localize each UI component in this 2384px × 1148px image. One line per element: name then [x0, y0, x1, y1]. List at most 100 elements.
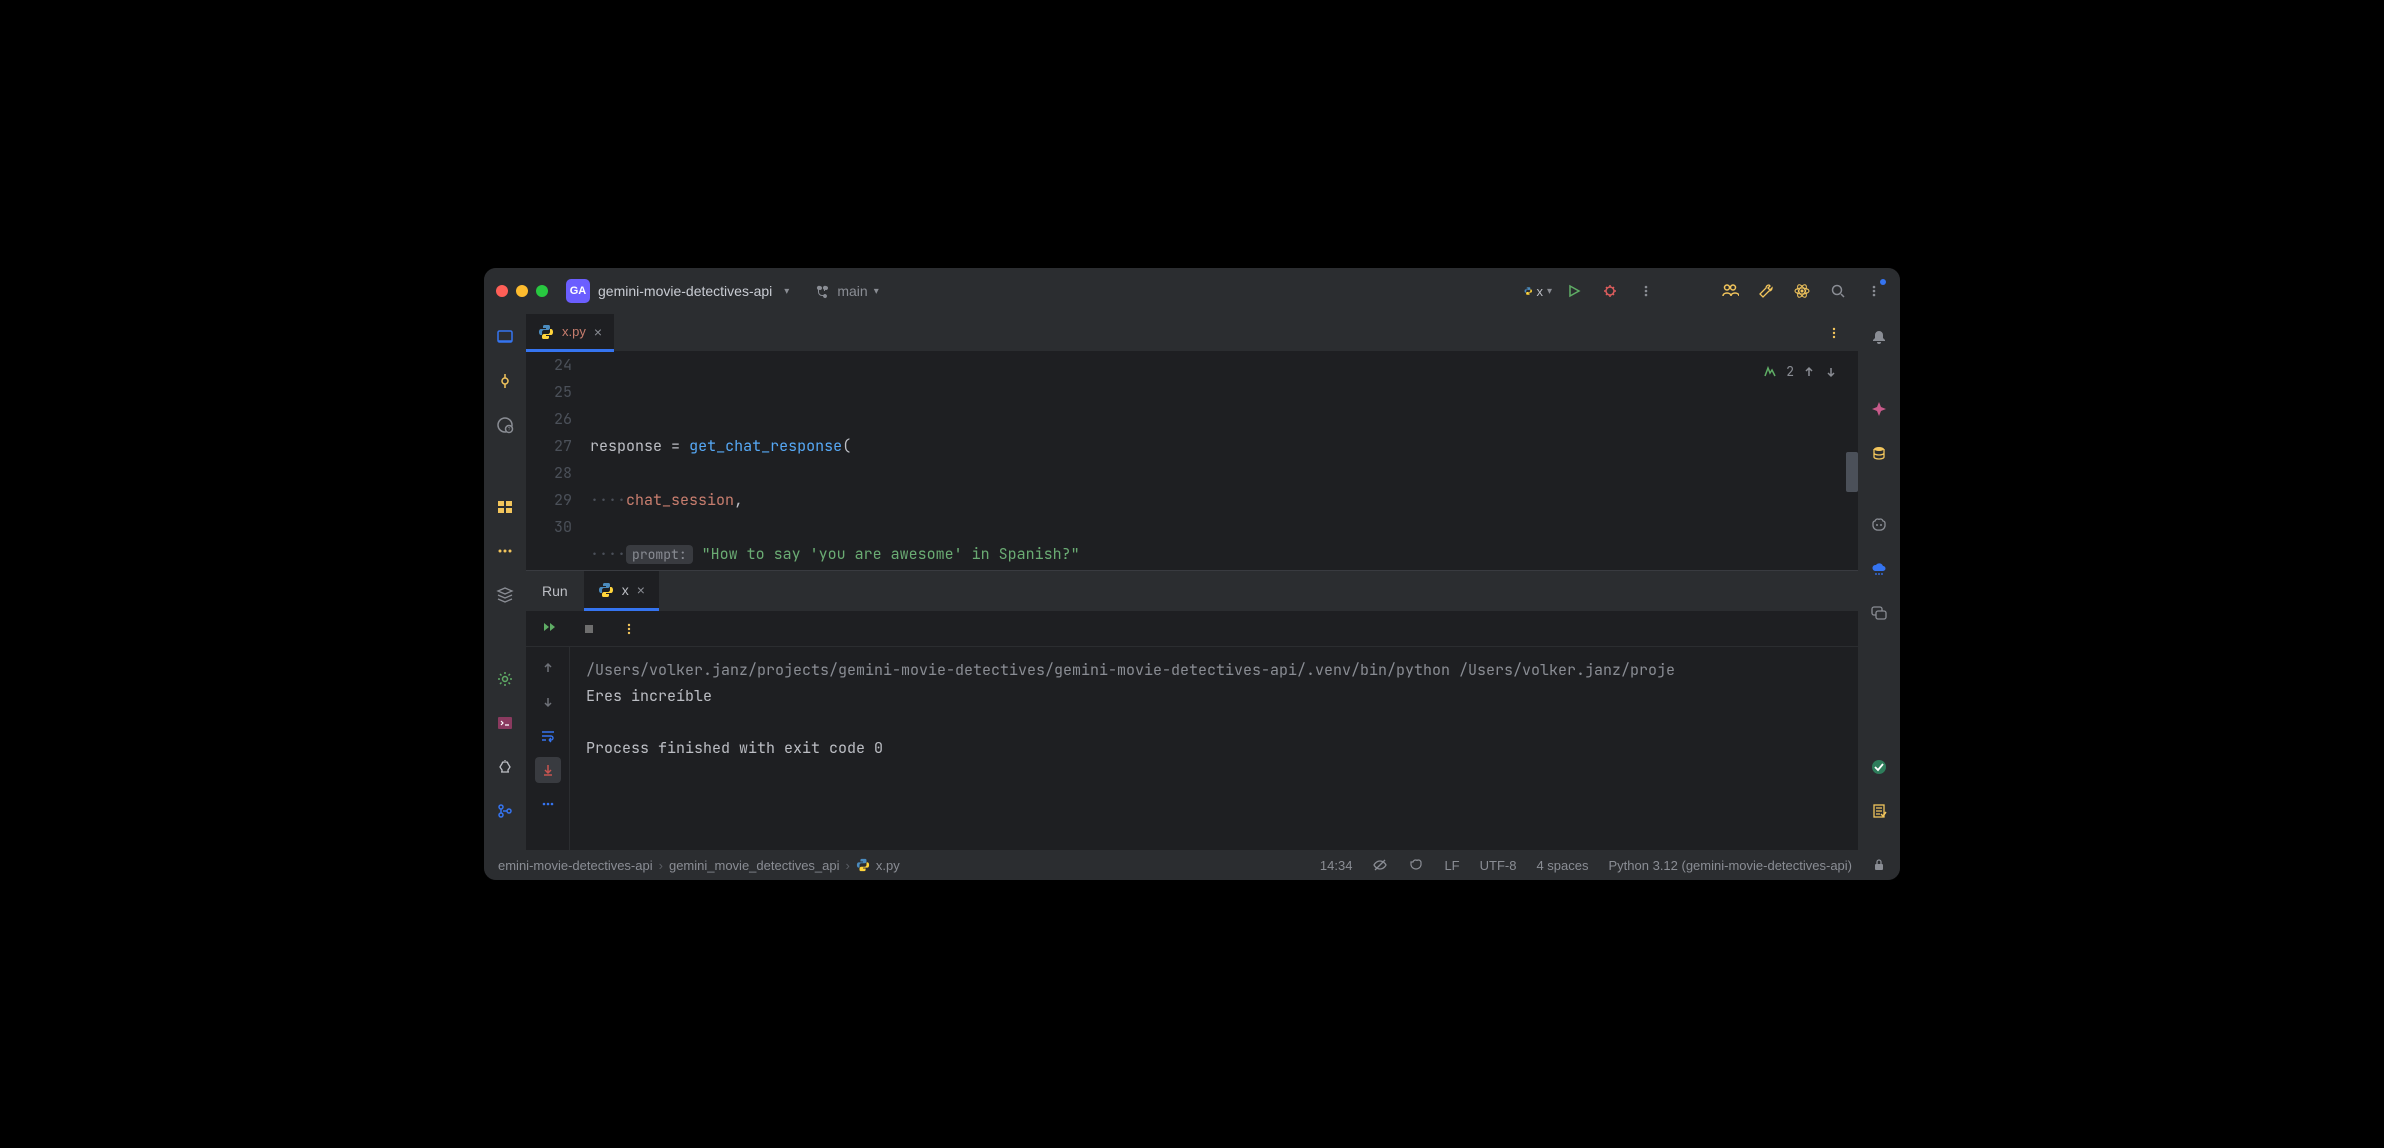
tab-options-button[interactable]	[1820, 319, 1848, 347]
search-button[interactable]	[1824, 277, 1852, 305]
encoding[interactable]: UTF-8	[1480, 858, 1517, 873]
run-gutter-more-button[interactable]	[535, 791, 561, 817]
atom-icon[interactable]	[1788, 277, 1816, 305]
todo-button[interactable]	[1866, 798, 1892, 824]
right-tool-rail	[1858, 314, 1900, 850]
lock-icon[interactable]	[1872, 858, 1886, 872]
more-actions-button[interactable]	[1632, 277, 1660, 305]
tools-button[interactable]	[1752, 277, 1780, 305]
left-tool-rail: ?	[484, 314, 526, 850]
output-line: Eres increíble	[586, 686, 712, 706]
token-arg: chat_session	[626, 490, 734, 510]
database-button[interactable]	[1866, 440, 1892, 466]
settings-button[interactable]	[1860, 277, 1888, 305]
python-icon	[598, 582, 614, 598]
notifications-button[interactable]	[1866, 324, 1892, 350]
scroll-down-button[interactable]	[535, 689, 561, 715]
maximize-window-button[interactable]	[536, 285, 548, 297]
run-panel-title: Run	[526, 571, 584, 611]
chevron-right-icon: ›	[659, 858, 663, 873]
editor-tabs-rest	[614, 314, 1858, 352]
tab-filename: x.py	[562, 324, 586, 339]
run-toolbar	[526, 611, 1858, 647]
problems-count: 2	[1786, 358, 1794, 385]
close-run-tab-button[interactable]: ×	[637, 582, 645, 598]
terminal-tool-button[interactable]	[492, 710, 518, 736]
git-branch[interactable]: main ▾	[815, 283, 878, 299]
output-command: /Users/volker.janz/projects/gemini-movie…	[586, 660, 1675, 680]
sync-ok-button[interactable]	[1866, 754, 1892, 780]
git-tool-button[interactable]	[492, 798, 518, 824]
python-icon	[856, 858, 870, 872]
token-string: "How to say 'you are awesome' in Spanish…	[702, 544, 1080, 564]
breadcrumbs[interactable]: emini-movie-detectives-api › gemini_movi…	[498, 858, 1302, 873]
line-number: 27	[526, 433, 572, 460]
main-area: ? x.py ×	[484, 314, 1900, 850]
python-icon	[1524, 283, 1532, 299]
run-config-selector[interactable]: x ▾	[1524, 277, 1552, 305]
line-number: 28	[526, 460, 572, 487]
code-with-me-button[interactable]	[1716, 277, 1744, 305]
copilot-chat-button[interactable]	[1866, 600, 1892, 626]
run-tab-name: x	[622, 582, 629, 598]
project-name[interactable]: gemini-movie-detectives-api	[598, 283, 772, 299]
token-var: response	[590, 436, 662, 456]
close-window-button[interactable]	[496, 285, 508, 297]
structure-tool-button[interactable]	[492, 494, 518, 520]
eye-off-icon[interactable]	[1372, 857, 1388, 873]
status-bar: emini-movie-detectives-api › gemini_movi…	[484, 850, 1900, 880]
line-separator[interactable]: LF	[1444, 858, 1459, 873]
stack-tool-button[interactable]	[492, 582, 518, 608]
rerun-button[interactable]	[536, 616, 562, 642]
breadcrumb-item[interactable]: x.py	[876, 858, 900, 873]
settings-tool-button[interactable]	[492, 666, 518, 692]
copilot-status-icon[interactable]	[1408, 857, 1424, 873]
interpreter[interactable]: Python 3.12 (gemini-movie-detectives-api…	[1609, 858, 1853, 873]
window-controls	[496, 285, 548, 297]
debug-button[interactable]	[1596, 277, 1624, 305]
breadcrumb-item[interactable]: emini-movie-detectives-api	[498, 858, 653, 873]
cloud-button[interactable]	[1866, 556, 1892, 582]
arrow-up-icon[interactable]	[1802, 365, 1816, 379]
breadcrumb-item[interactable]: gemini_movie_detectives_api	[669, 858, 840, 873]
code-editor[interactable]: 24 25 26 27 28 29 30 response = get_chat…	[526, 352, 1858, 570]
run-output[interactable]: /Users/volker.janz/projects/gemini-movie…	[570, 647, 1858, 850]
run-button[interactable]	[1560, 277, 1588, 305]
minimize-window-button[interactable]	[516, 285, 528, 297]
code-content[interactable]: response = get_chat_response( ····chat_s…	[586, 352, 1846, 570]
ai-assistant-button[interactable]	[1866, 396, 1892, 422]
chevron-down-icon: ▾	[874, 286, 879, 297]
run-more-button[interactable]	[616, 616, 642, 642]
inspection-icon	[1762, 364, 1778, 380]
more-tool-button[interactable]	[492, 538, 518, 564]
line-number: 29	[526, 487, 572, 514]
commit-tool-button[interactable]	[492, 368, 518, 394]
titlebar: GA gemini-movie-detectives-api ▾ main ▾ …	[484, 268, 1900, 314]
stop-button[interactable]	[576, 616, 602, 642]
project-tool-button[interactable]	[492, 324, 518, 350]
run-tabs: Run x ×	[526, 571, 1858, 611]
close-tab-button[interactable]: ×	[594, 324, 602, 340]
chevron-down-icon[interactable]: ▾	[784, 286, 789, 297]
copilot-button[interactable]	[1866, 512, 1892, 538]
indent[interactable]: 4 spaces	[1536, 858, 1588, 873]
scroll-to-end-button[interactable]	[535, 757, 561, 783]
soft-wrap-button[interactable]	[535, 723, 561, 749]
scroll-up-button[interactable]	[535, 655, 561, 681]
chevron-down-icon: ▾	[1547, 286, 1552, 297]
status-right: 14:34 LF UTF-8 4 spaces Python 3.12 (gem…	[1320, 857, 1886, 873]
branch-icon	[815, 283, 831, 299]
scrollbar-thumb[interactable]	[1846, 452, 1858, 492]
problems-tool-button[interactable]	[492, 754, 518, 780]
line-number: 25	[526, 379, 572, 406]
arrow-down-icon[interactable]	[1824, 365, 1838, 379]
run-body: /Users/volker.janz/projects/gemini-movie…	[526, 647, 1858, 850]
editor-area: x.py × 24 25 26 27 28 29 30	[526, 314, 1858, 850]
run-tab-x[interactable]: x ×	[584, 571, 659, 611]
editor-inspection-widget[interactable]: 2	[1762, 358, 1838, 385]
cursor-position[interactable]: 14:34	[1320, 858, 1353, 873]
chevron-right-icon: ›	[846, 858, 850, 873]
pull-requests-button[interactable]: ?	[492, 412, 518, 438]
editor-tab-xpy[interactable]: x.py ×	[526, 314, 614, 352]
editor-scrollbar[interactable]	[1846, 352, 1858, 570]
